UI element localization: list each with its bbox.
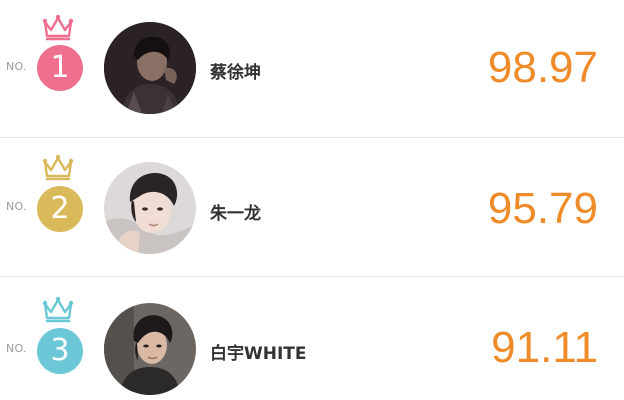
crown-icon	[42, 14, 74, 41]
score-value: 95.79	[487, 184, 598, 233]
ranking-row-1[interactable]: NO. 1 蔡徐坤 98.97	[0, 0, 624, 138]
avatar[interactable]	[104, 22, 196, 114]
rank-number-badge: 1	[37, 45, 83, 91]
avatar[interactable]	[104, 162, 196, 254]
avatar-photo	[104, 162, 196, 254]
rank-number-badge: 3	[37, 328, 83, 374]
ranking-row-3[interactable]: NO. 3 白宇WHITE 91.11	[0, 278, 624, 400]
artist-name[interactable]: 朱一龙	[210, 199, 261, 224]
artist-name[interactable]: 蔡徐坤	[210, 58, 261, 83]
crown-icon	[42, 296, 74, 323]
score-value: 91.11	[491, 323, 598, 372]
score-value: 98.97	[487, 43, 598, 92]
rank-prefix-label: NO.	[6, 200, 27, 213]
rank-prefix-label: NO.	[6, 60, 27, 73]
rank-number-badge: 2	[37, 186, 83, 232]
crown-icon	[42, 154, 74, 181]
rank-prefix-label: NO.	[6, 342, 27, 355]
avatar[interactable]	[104, 303, 196, 395]
ranking-row-2[interactable]: NO. 2 朱一龙 95.79	[0, 139, 624, 277]
artist-name[interactable]: 白宇WHITE	[210, 339, 307, 364]
avatar-photo	[104, 22, 196, 114]
ranking-list: NO. 1 蔡徐坤 98.97 NO. 2 朱一龙 95.79 NO. 3 白宇…	[0, 0, 624, 400]
avatar-photo	[104, 303, 196, 395]
